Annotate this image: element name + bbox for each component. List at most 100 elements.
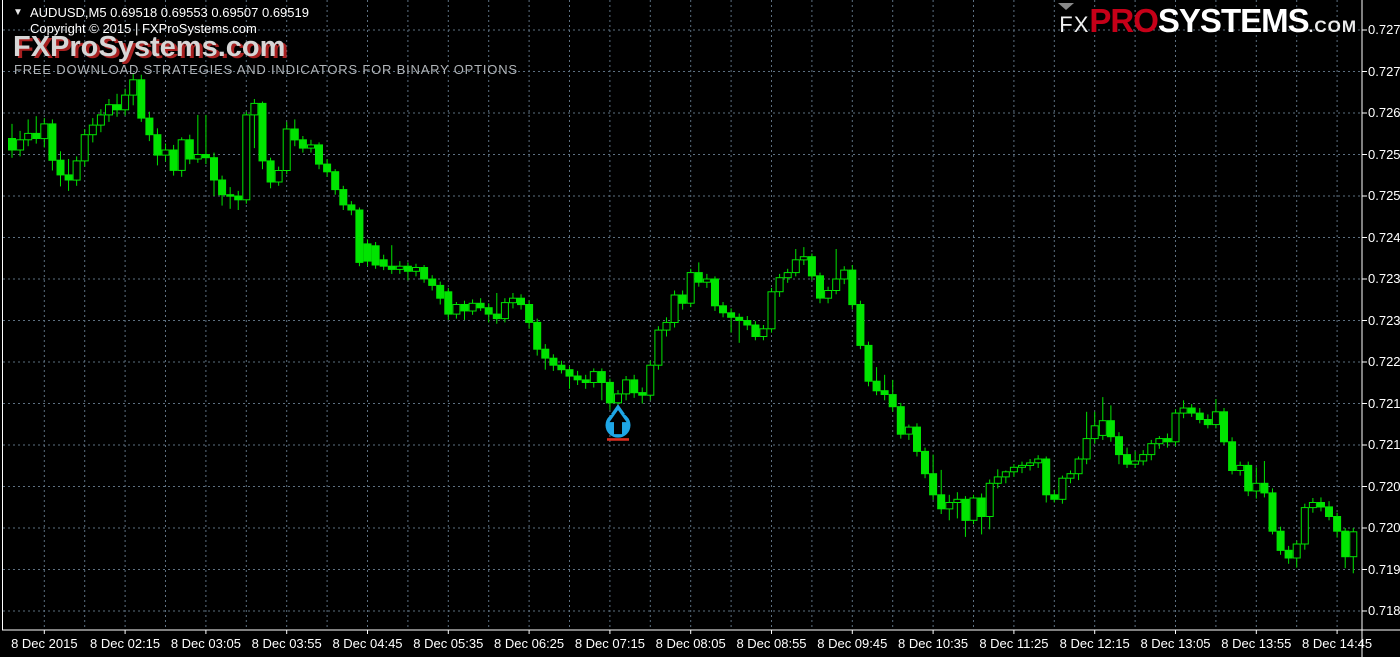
candle-body (1067, 474, 1074, 479)
candle-body (1221, 412, 1228, 442)
candle-body (744, 321, 751, 326)
price-axis-label: 0.72000 (1368, 521, 1400, 535)
candle-body (106, 105, 113, 115)
candle-body (178, 140, 185, 171)
candle-body (17, 140, 24, 150)
buy-arrow-marker[interactable] (606, 404, 631, 441)
price-axis-label: 0.72585 (1368, 148, 1400, 162)
candle-body (825, 291, 832, 299)
candle-body (817, 276, 824, 298)
candle-body (219, 180, 226, 195)
candle-body (865, 345, 872, 381)
candle-body (574, 376, 581, 380)
candle-body (146, 118, 153, 135)
price-axis-label: 0.72325 (1368, 314, 1400, 328)
candle-body (873, 381, 880, 391)
price-axis-label: 0.72650 (1368, 106, 1400, 120)
candle-body (647, 365, 654, 395)
candle-body (89, 125, 96, 135)
candle-body (1309, 503, 1316, 508)
logo-pro-text: PRO (1089, 4, 1158, 38)
candle-body (1237, 465, 1244, 470)
price-axis-label: 0.71935 (1368, 563, 1400, 577)
candle-body (590, 372, 597, 383)
price-axis-label: 0.72390 (1368, 272, 1400, 286)
price-axis-label: 0.72520 (1368, 189, 1400, 203)
candle-body (978, 498, 985, 517)
candle-body (356, 210, 363, 262)
candle-body (623, 380, 630, 394)
candle-body (73, 161, 80, 180)
candle-body (526, 305, 533, 323)
candle-body (1326, 507, 1333, 517)
candle-body (598, 372, 605, 383)
candle-body (308, 145, 315, 148)
candle-body (1107, 421, 1114, 437)
candle-body (1334, 517, 1341, 532)
price-axis-label: 0.72065 (1368, 480, 1400, 494)
candle-body (703, 279, 710, 282)
candle-body (122, 95, 129, 110)
candle-body (186, 140, 193, 159)
time-axis-label: 8 Dec 14:45 (1289, 636, 1385, 651)
candle-body (348, 205, 355, 210)
candle-body (679, 295, 686, 303)
candle-body (930, 474, 937, 495)
price-axis-label: 0.72130 (1368, 438, 1400, 452)
candle-body (97, 115, 104, 125)
candle-body (695, 273, 702, 283)
candle-body (194, 155, 201, 160)
candle-body (477, 303, 484, 308)
candle-body (388, 266, 395, 269)
price-axis-label: 0.72195 (1368, 397, 1400, 411)
logo-fx-text: FX (1059, 8, 1089, 42)
candle-body (1148, 444, 1155, 455)
watermark-tagline: FREE DOWNLOAD STRATEGIES AND INDICATORS … (14, 62, 518, 77)
candle-body (1196, 413, 1203, 419)
candle-body (922, 451, 929, 473)
candle-body (291, 129, 298, 140)
candle-body (162, 150, 169, 155)
candle-body (1253, 483, 1260, 491)
candle-body (243, 115, 250, 200)
candle-body (283, 129, 290, 171)
candle-body (453, 305, 460, 315)
watermark-logo-text: FXProSystems.com (13, 31, 285, 64)
candle-body (1350, 532, 1357, 557)
candle-body (615, 394, 622, 403)
candle-body (299, 140, 306, 148)
candle-body (784, 273, 791, 278)
candle-body (501, 303, 508, 319)
candle-body (251, 103, 258, 115)
candle-body (582, 380, 589, 383)
candle-body (33, 133, 40, 138)
candle-body (227, 195, 234, 197)
candle-body (833, 279, 840, 291)
candle-body (41, 124, 48, 139)
candle-body (712, 279, 719, 306)
candle-body (1132, 461, 1139, 464)
candle-body (1293, 544, 1300, 558)
candle-body (1035, 459, 1042, 463)
candle-body (57, 160, 64, 175)
candle-body (493, 314, 500, 319)
candle-body (1075, 459, 1082, 474)
candlestick-chart-canvas[interactable] (0, 0, 1400, 657)
candle-body (1318, 503, 1325, 508)
candle-body (606, 382, 613, 402)
candle-body (1245, 465, 1252, 491)
symbol-dropdown-icon[interactable]: ▼ (13, 7, 23, 18)
candle-body (841, 270, 848, 279)
candle-body (211, 158, 218, 180)
candle-body (1285, 550, 1292, 558)
candle-body (1277, 531, 1284, 550)
candle-body (550, 358, 557, 365)
candle-body (1140, 455, 1147, 461)
candle-body (566, 370, 573, 376)
candle-body (655, 330, 662, 365)
candle-body (1002, 472, 1009, 477)
candle-body (1027, 463, 1034, 466)
logo-com-text: .COM (1309, 10, 1357, 44)
candle-body (364, 244, 371, 261)
candle-body (792, 260, 799, 273)
